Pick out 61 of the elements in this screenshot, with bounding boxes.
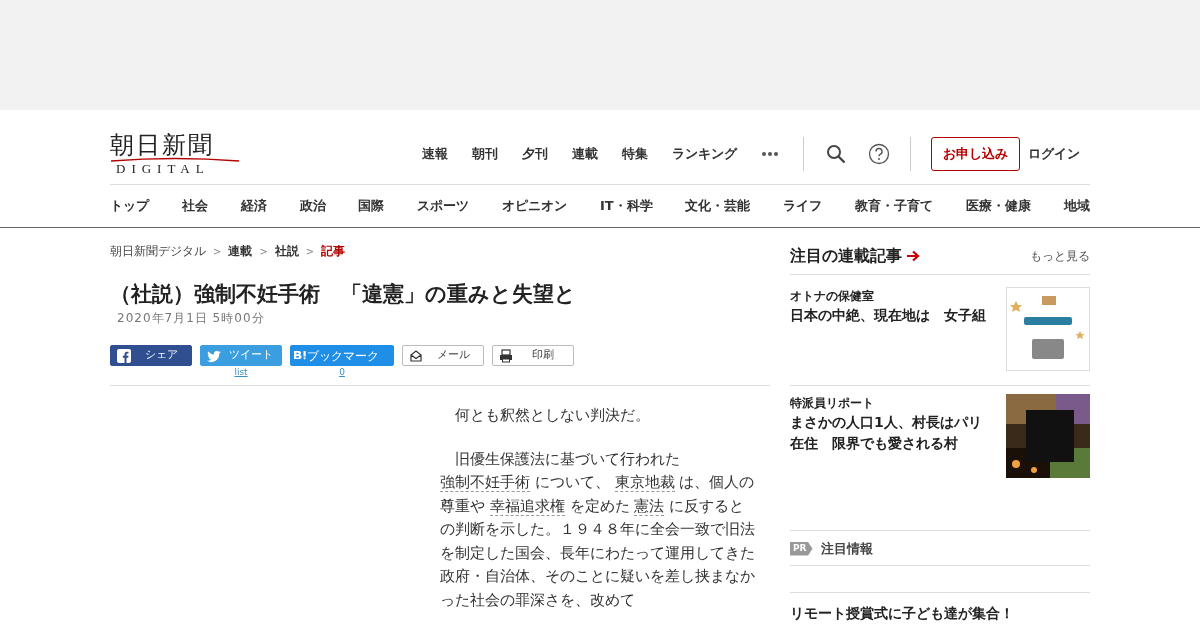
breadcrumb-link[interactable]: 記事 (321, 242, 346, 260)
category-link[interactable]: 社会 (181, 196, 208, 216)
breadcrumb-link[interactable]: 社説 (274, 242, 299, 260)
category-link[interactable]: 地域 (1063, 196, 1090, 216)
search-icon[interactable] (826, 144, 846, 164)
category-link[interactable]: トップ (110, 196, 149, 216)
login-button[interactable]: ログイン (1028, 144, 1080, 164)
category-link[interactable]: オピニオン (502, 196, 568, 216)
article-paragraph: 旧優生保護法に基づいて行われた 強制不妊手術 について、 東京地裁 は、個人の尊重や 幸福追求権 を定めた 憲法 に反するとの判断を示した。１９４８年に全会一致で旧法を制定した国会、長年にわたって運用してきた政府・自治体、そのことに疑いを差し挟まなかった社会の罪深さを、改めて (440, 448, 756, 611)
category-link[interactable]: 医療・健康 (966, 196, 1031, 216)
category-link[interactable]: 経済 (240, 196, 267, 216)
series-label: 特派員リポート (790, 395, 875, 412)
breadcrumb-separator: > (259, 244, 268, 259)
article-date: 2020年7月1日 5時00分 (117, 310, 266, 328)
term-link[interactable]: 強制不妊手術 (440, 473, 530, 493)
share-button[interactable]: シェア (110, 345, 192, 367)
logo[interactable]: 朝日新聞 DIGITAL (110, 133, 240, 175)
category-link[interactable]: 国際 (358, 196, 385, 216)
category-link[interactable]: 文化・芸能 (685, 196, 751, 216)
printer-icon (499, 348, 513, 363)
article-paragraph: 何とも釈然としない判決だ。 (454, 405, 651, 427)
facebook-icon (117, 348, 131, 363)
term-link[interactable]: 東京地裁 (614, 473, 675, 493)
logo-title: 朝日新聞 (110, 133, 215, 157)
help-icon[interactable] (868, 143, 890, 165)
term-link[interactable]: 憲法 (634, 496, 665, 516)
share-button[interactable]: メール (402, 345, 484, 367)
logo-subtitle: DIGITAL (115, 162, 211, 175)
more-link[interactable]: もっと見る (1030, 247, 1090, 265)
term-link[interactable]: 幸福追求権 (489, 496, 565, 516)
breadcrumb-link[interactable]: 連載 (228, 242, 253, 260)
article-title: （社説）強制不妊手術 「違憲」の重みと失望と (110, 282, 577, 308)
breadcrumb-link[interactable]: 朝日新聞デジタル (110, 242, 206, 260)
pr-badge: PR (790, 542, 813, 556)
pr-title[interactable]: リモート授賞式に子ども達が集合！ (790, 602, 1090, 624)
nav-link[interactable]: 連載 (572, 144, 598, 164)
pr-heading: 注目情報 (820, 540, 873, 558)
share-count[interactable]: 0 (290, 366, 394, 380)
bird-icon (207, 348, 221, 363)
nav-link[interactable]: 朝刊 (472, 144, 498, 164)
category-link[interactable]: 政治 (299, 196, 326, 216)
envelope-icon (409, 348, 423, 363)
arrow-icon (906, 250, 920, 262)
nav-link[interactable]: ランキング (672, 144, 737, 164)
subscribe-button[interactable]: お申し込み (931, 137, 1020, 171)
share-count[interactable]: list (200, 366, 282, 380)
nav-link[interactable]: 特集 (622, 144, 648, 164)
category-link[interactable]: 教育・子育て (855, 196, 934, 216)
series-label: オトナの保健室 (790, 288, 875, 305)
category-link[interactable]: スポーツ (417, 196, 470, 216)
more-icon[interactable] (761, 151, 779, 157)
category-link[interactable]: ライフ (783, 196, 823, 216)
nav-link[interactable]: 速報 (422, 144, 448, 164)
article-link[interactable]: 日本の中絶、現在地は 女子組 (790, 305, 995, 326)
breadcrumb-separator: > (305, 244, 315, 259)
article-link[interactable]: まさかの人口1人、村長はパリ在住 限界でも愛される村 (790, 412, 995, 454)
share-button[interactable]: 印刷 (492, 345, 574, 367)
nav-link[interactable]: 夕刊 (522, 144, 548, 164)
breadcrumb-separator: > (213, 244, 222, 259)
category-link[interactable]: IT・科学 (599, 196, 653, 216)
section-heading: 注目の連載記事 (790, 245, 902, 267)
